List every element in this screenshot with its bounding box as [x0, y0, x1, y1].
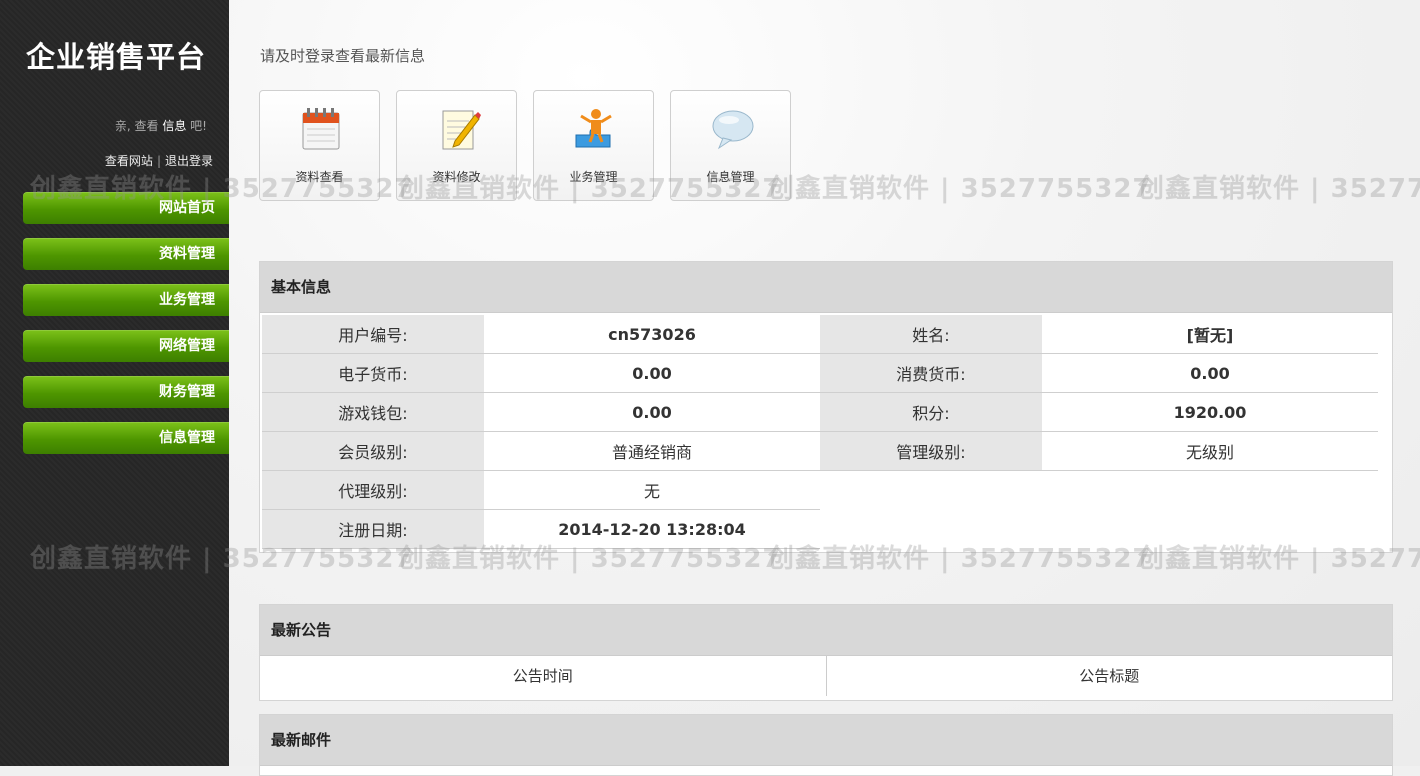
mail-panel: 最新邮件 — [259, 714, 1393, 776]
table-row: 注册日期: 2014-12-20 13:28:04 — [262, 509, 1378, 549]
nav-item-finance[interactable]: 财务管理 — [23, 376, 229, 408]
field-label: 代理级别: — [262, 470, 484, 510]
field-label: 积分: — [820, 392, 1042, 432]
field-value: 0.00 — [1042, 353, 1378, 393]
calendar-icon — [302, 108, 340, 150]
quick-link-business[interactable]: 业务管理 — [533, 90, 654, 201]
field-value: 普通经销商 — [484, 431, 820, 471]
field-label: 消费货币: — [820, 353, 1042, 393]
empty-cell — [820, 470, 1378, 510]
field-value: 无级别 — [1042, 431, 1378, 471]
field-label: 电子货币: — [262, 353, 484, 393]
greeting-info-link[interactable]: 信息 — [162, 119, 186, 133]
edit-notepad-icon — [442, 110, 481, 150]
field-value: [暂无] — [1042, 315, 1378, 354]
field-label: 游戏钱包: — [262, 392, 484, 432]
announcement-panel: 最新公告 公告时间 公告标题 — [259, 604, 1393, 701]
announcement-title: 最新公告 — [260, 605, 1392, 656]
table-row: 用户编号: cn573026 姓名: [暂无] — [262, 315, 1378, 354]
field-label: 姓名: — [820, 315, 1042, 354]
quick-link-profile-view[interactable]: 资料查看 — [259, 90, 380, 201]
field-label: 会员级别: — [262, 431, 484, 471]
empty-cell — [820, 509, 1378, 549]
field-label: 用户编号: — [262, 315, 484, 354]
person-puzzle-icon — [575, 109, 612, 148]
login-notice: 请及时登录查看最新信息 — [260, 47, 426, 65]
field-value: 无 — [484, 470, 820, 510]
nav-item-profile[interactable]: 资料管理 — [23, 238, 229, 270]
field-label: 管理级别: — [820, 431, 1042, 471]
column-header-time: 公告时间 — [260, 656, 827, 696]
quick-link-messages[interactable]: 信息管理 — [670, 90, 791, 201]
mail-title: 最新邮件 — [260, 715, 1392, 766]
quick-link-label: 信息管理 — [706, 170, 755, 184]
main-content: 请及时登录查看最新信息 资料查看 资料修改 业务管理 信息管理 基本信息 用户编… — [229, 0, 1420, 776]
sidebar-nav: 网站首页 资料管理 业务管理 网络管理 财务管理 信息管理 — [23, 192, 229, 468]
greeting: 亲, 查看 信息 吧! — [115, 117, 207, 134]
field-value: 1920.00 — [1042, 392, 1378, 432]
quick-link-label: 业务管理 — [569, 170, 618, 184]
table-row: 会员级别: 普通经销商 管理级别: 无级别 — [262, 431, 1378, 471]
table-row: 电子货币: 0.00 消费货币: 0.00 — [262, 353, 1378, 393]
field-value: 0.00 — [484, 353, 820, 393]
app-logo: 企业销售平台 — [26, 40, 207, 74]
column-header-title: 公告标题 — [826, 656, 1392, 696]
field-value: cn573026 — [484, 315, 820, 354]
quick-link-label: 资料修改 — [432, 170, 481, 184]
basic-info-title: 基本信息 — [260, 262, 1392, 313]
speech-bubble-icon — [712, 110, 754, 150]
quick-link-profile-edit[interactable]: 资料修改 — [396, 90, 517, 201]
nav-item-network[interactable]: 网络管理 — [23, 330, 229, 362]
basic-info-panel: 基本信息 用户编号: cn573026 姓名: [暂无] 电子货币: 0.00 … — [259, 261, 1393, 553]
basic-info-table: 用户编号: cn573026 姓名: [暂无] 电子货币: 0.00 消费货币:… — [262, 315, 1378, 549]
announcement-header-row: 公告时间 公告标题 — [260, 656, 1392, 696]
greeting-suffix: 吧! — [186, 119, 207, 133]
field-value: 2014-12-20 13:28:04 — [484, 509, 820, 549]
greeting-prefix: 亲, 查看 — [114, 119, 163, 133]
top-links: 查看网站 | 退出登录 — [105, 152, 213, 169]
logout-link[interactable]: 退出登录 — [165, 154, 213, 168]
nav-item-messages[interactable]: 信息管理 — [23, 422, 229, 454]
nav-item-home[interactable]: 网站首页 — [23, 192, 229, 224]
link-separator: | — [156, 154, 161, 168]
quick-links: 资料查看 资料修改 业务管理 信息管理 — [259, 90, 807, 201]
field-value: 0.00 — [484, 392, 820, 432]
table-row: 代理级别: 无 — [262, 470, 1378, 510]
view-site-link[interactable]: 查看网站 — [105, 154, 153, 168]
table-row: 游戏钱包: 0.00 积分: 1920.00 — [262, 392, 1378, 432]
quick-link-label: 资料查看 — [295, 170, 344, 184]
sidebar: 企业销售平台 亲, 查看 信息 吧! 查看网站 | 退出登录 网站首页 资料管理 业… — [0, 0, 229, 766]
nav-item-business[interactable]: 业务管理 — [23, 284, 229, 316]
field-label: 注册日期: — [262, 509, 484, 549]
